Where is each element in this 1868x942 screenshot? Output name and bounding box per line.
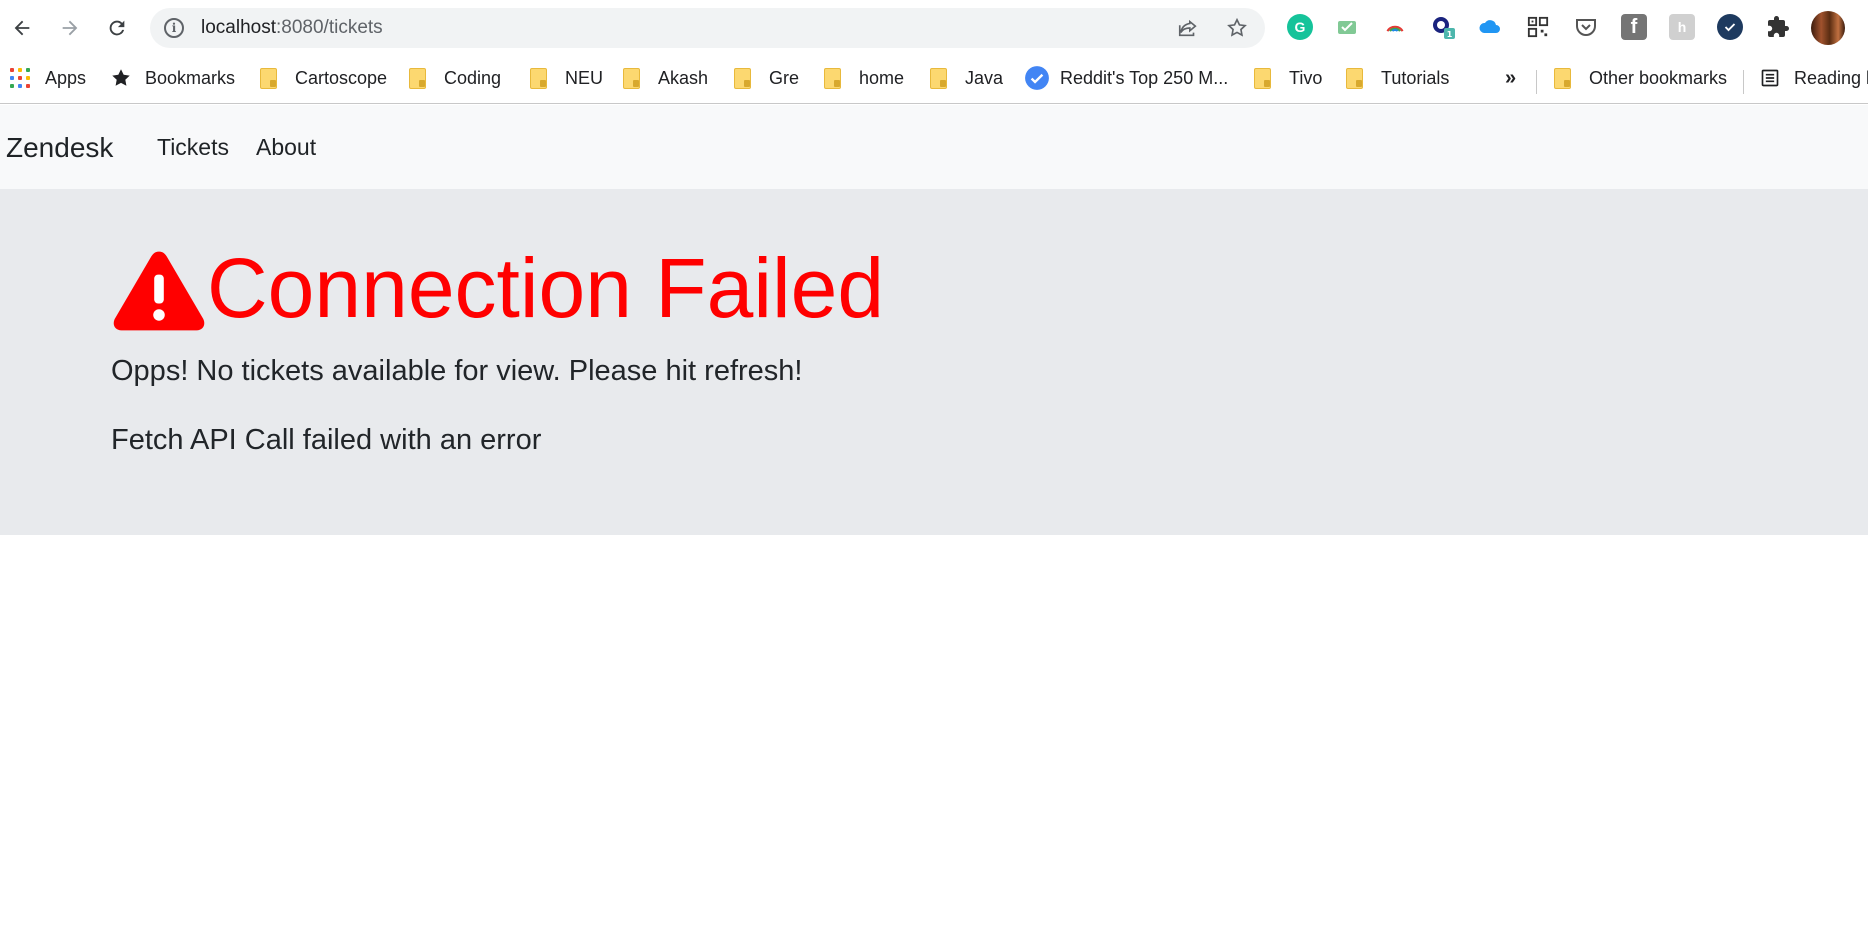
nav-link-tickets[interactable]: Tickets	[157, 134, 229, 161]
folder-icon	[409, 67, 426, 89]
bookmark-bookmarks[interactable]: Bookmarks	[110, 64, 235, 92]
qr-code-icon[interactable]	[1525, 14, 1551, 40]
bookmark-label: Coding	[444, 67, 502, 88]
folder-icon	[824, 67, 841, 89]
bookmark-reddit[interactable]: Reddit's Top 250 M...	[1024, 64, 1228, 92]
hootsuite-icon[interactable]: h	[1669, 14, 1695, 40]
folder-icon	[530, 67, 547, 89]
bookmark-label: Reddit's Top 250 M...	[1060, 67, 1229, 88]
error-heading: Connection Failed	[111, 243, 884, 333]
bookmark-label: NEU	[565, 67, 604, 88]
app-navbar: Zendesk Tickets About	[0, 105, 1868, 189]
bookmark-label: Reading l	[1794, 67, 1868, 88]
keyword-icon[interactable]: 1	[1430, 14, 1456, 40]
browser-toolbar: i localhost:8080/tickets G 1 f h	[0, 0, 1868, 56]
reading-list-icon	[1761, 69, 1779, 87]
reload-icon[interactable]	[101, 12, 133, 44]
folder-icon	[623, 67, 640, 89]
bookmark-folder-coding[interactable]: Coding	[409, 64, 501, 92]
bookmark-folder-akash[interactable]: Akash	[623, 64, 708, 92]
bookmark-label: Tivo	[1289, 67, 1323, 88]
onedrive-icon[interactable]	[1477, 14, 1503, 40]
bookmark-label: Bookmarks	[145, 67, 236, 88]
check-icon[interactable]	[1717, 14, 1743, 40]
share-icon[interactable]	[1177, 17, 1199, 39]
bookmark-label: Gre	[769, 67, 800, 88]
bookmark-star-icon[interactable]	[1226, 17, 1248, 39]
bookmark-label: home	[859, 67, 905, 88]
bookmark-folder-gre[interactable]: Gre	[734, 64, 799, 92]
rainbow-icon[interactable]	[1382, 14, 1408, 40]
pocket-icon[interactable]	[1573, 14, 1599, 40]
reading-list-button[interactable]: Reading l	[1760, 64, 1868, 92]
bookmark-folder-java[interactable]: Java	[930, 64, 1003, 92]
warning-triangle-icon	[113, 251, 205, 331]
back-arrow-icon[interactable]	[6, 12, 38, 44]
error-detail: Fetch API Call failed with an error	[111, 424, 542, 456]
star-icon	[112, 69, 130, 86]
bookmark-folder-tutorials[interactable]: Tutorials	[1346, 64, 1449, 92]
site-info-icon[interactable]: i	[164, 18, 184, 38]
address-bar[interactable]: i localhost:8080/tickets	[150, 8, 1265, 48]
folder-icon	[1254, 67, 1271, 89]
bookmarks-divider	[1536, 70, 1537, 94]
error-panel: Connection Failed Opps! No tickets avail…	[0, 189, 1868, 535]
bookmark-folder-home[interactable]: home	[824, 64, 904, 92]
bookmark-folder-other[interactable]: Other bookmarks	[1554, 64, 1727, 92]
url-host: localhost	[201, 17, 276, 38]
grammarly-icon[interactable]: G	[1287, 14, 1313, 40]
bookmark-label: Tutorials	[1381, 67, 1450, 88]
svg-text:1: 1	[1447, 30, 1453, 39]
bookmark-label: Akash	[658, 67, 709, 88]
nav-link-about[interactable]: About	[256, 134, 316, 161]
bookmark-apps[interactable]: Apps	[10, 64, 86, 92]
bookmark-label: Other bookmarks	[1589, 67, 1728, 88]
bookmark-folder-tivo[interactable]: Tivo	[1254, 64, 1322, 92]
bookmark-label: Java	[965, 67, 1004, 88]
mail-tracker-icon[interactable]	[1334, 14, 1360, 40]
bookmark-folder-cartoscope[interactable]: Cartoscope	[260, 64, 387, 92]
apps-grid-icon	[10, 68, 30, 88]
folder-icon	[930, 67, 947, 89]
url-text[interactable]: localhost:8080/tickets	[201, 17, 383, 39]
folder-icon	[1554, 67, 1571, 89]
forward-arrow-icon[interactable]	[54, 12, 86, 44]
bookmarks-divider	[1743, 70, 1744, 94]
navbar-brand[interactable]: Zendesk	[6, 132, 113, 164]
facebook-icon[interactable]: f	[1621, 14, 1647, 40]
error-message: Opps! No tickets available for view. Ple…	[111, 355, 803, 387]
bookmark-folder-neu[interactable]: NEU	[530, 64, 603, 92]
folder-icon	[260, 67, 277, 89]
bookmark-label: Apps	[45, 67, 87, 88]
folder-icon	[1346, 67, 1363, 89]
folder-icon	[734, 67, 751, 89]
check-circle-icon	[1025, 66, 1049, 90]
url-path: :8080/tickets	[276, 17, 383, 38]
bookmark-label: Cartoscope	[295, 67, 388, 88]
bookmarks-bar: Apps Bookmarks Cartoscope Coding NEU Aka…	[0, 56, 1868, 104]
profile-avatar[interactable]	[1811, 11, 1845, 45]
error-title-text: Connection Failed	[207, 241, 885, 335]
bookmarks-overflow-chevron-icon[interactable]: »	[1505, 64, 1516, 92]
puzzle-icon[interactable]	[1765, 14, 1791, 40]
